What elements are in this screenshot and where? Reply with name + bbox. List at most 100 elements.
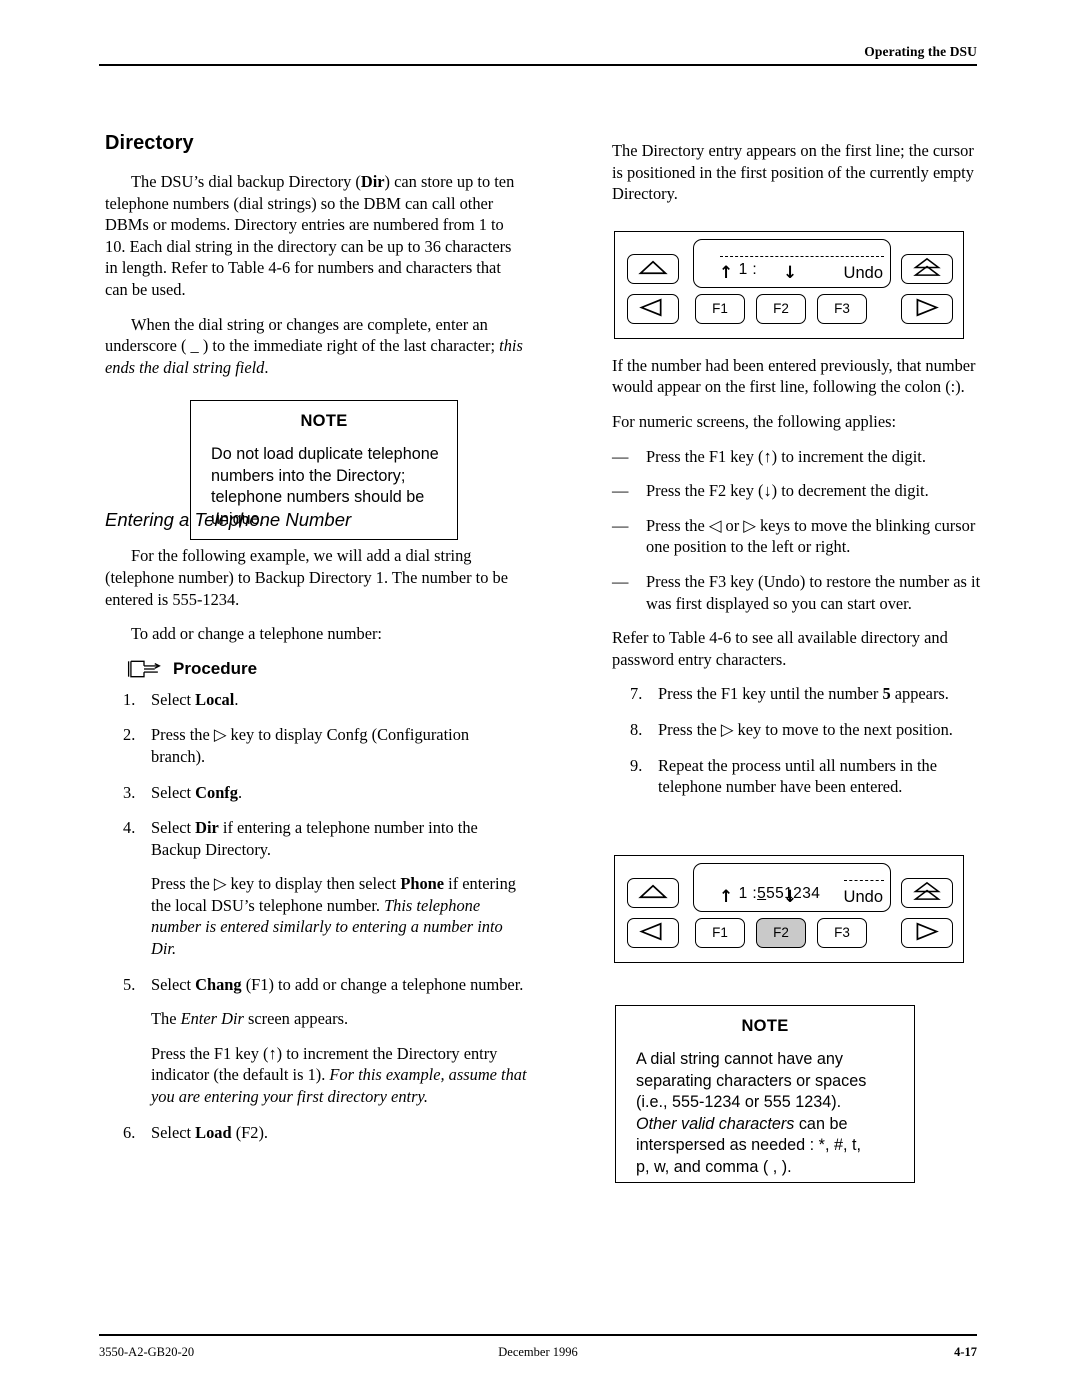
right-arrow-key[interactable] (901, 918, 953, 948)
function-key-f3[interactable]: F3 (817, 918, 867, 948)
right-arrow-icon: ▷ (720, 719, 734, 739)
note-line: p, w, and comma ( , ). (636, 1157, 792, 1176)
paragraph-numeric-screens: For numeric screens, the following appli… (612, 411, 897, 431)
list-item: 8. Press the ▷ key to move to the next p… (612, 719, 984, 741)
list-item: 9. Repeat the process until all numbers … (612, 755, 984, 798)
lcd-line-2: ↑ ↓ Undo (701, 887, 887, 910)
paragraph-to-add-change: To add or change a telephone number: (131, 624, 382, 644)
step-text: Select Dir if entering a telephone numbe… (151, 818, 478, 859)
lcd-down-arrow-icon: ↓ (783, 263, 798, 283)
left-column: Directory The DSU’s dial backup Director… (105, 132, 527, 1157)
step-text: Repeat the process until all numbers in … (658, 755, 938, 797)
note-line: interspersed as needed : *, #, t, (636, 1136, 861, 1154)
up-arrow-key[interactable] (627, 254, 679, 284)
paragraph-example-intro: For the following example, we will add a… (105, 546, 508, 609)
lcd-remaining-dash-line (844, 880, 884, 881)
footer-page-number: 4-17 (954, 1345, 977, 1359)
lcd-up-arrow-icon: ↑ (719, 887, 734, 907)
note-box-dial-string-rules: NOTE A dial string cannot have any separ… (615, 1005, 915, 1183)
document-page: Operating the DSU Directory The DSU’s di… (0, 0, 1080, 1397)
step-number: 9. (630, 755, 643, 775)
em-dash-bullet: — (612, 571, 629, 591)
page-footer: December 1996 3550-A2-GB20-20 4-17 (99, 1345, 977, 1365)
note-line-rest: can be (794, 1114, 848, 1133)
function-key-f2[interactable]: F2 (756, 294, 806, 324)
paragraph-previously-entered: If the number had been entered previousl… (612, 355, 976, 397)
list-item: — Press the F2 key (↓) to decrement the … (612, 480, 984, 502)
left-arrow-key[interactable] (627, 294, 679, 324)
list-item: 1. Select Local. (105, 689, 527, 711)
note-line-italic: Other valid characters (636, 1114, 795, 1133)
note-line: A dial string cannot have any (636, 1050, 843, 1068)
list-item-text: Press the F1 key (↑) to increment the di… (646, 446, 926, 466)
lcd-display: 1 : ↑ ↓ Undo (693, 239, 891, 288)
step-text: Select Chang (F1) to add or change a tel… (151, 974, 524, 994)
step-text: Press the ▷ key to display Confg (Config… (151, 725, 470, 766)
step-subtext: Press the F1 key (↑) to increment the Di… (151, 1043, 527, 1107)
note-line: (i.e., 555-1234 or 555 1234). (636, 1093, 842, 1111)
procedure-heading: Procedure (127, 659, 527, 679)
list-item-text: Press the F3 key (Undo) to restore the n… (646, 571, 981, 613)
step-number: 7. (630, 684, 643, 704)
step-number: 4. (123, 818, 136, 838)
note-body: Do not load duplicate telephone numbers … (211, 445, 439, 528)
footer-rule (99, 1334, 977, 1336)
list-item: 3. Select Confg. (105, 782, 527, 804)
note-body: A dial string cannot have any separating… (636, 1049, 898, 1178)
list-item: — Press the ◁ or ▷ keys to move the blin… (612, 515, 984, 558)
note-line: separating characters or spaces (636, 1071, 867, 1090)
list-item-text: Press the F2 key (↓) to decrement the di… (646, 481, 929, 501)
step-number: 2. (123, 725, 136, 745)
em-dash-bullet: — (612, 481, 629, 501)
lcd-line-2: ↑ ↓ Undo (701, 263, 887, 286)
lcd-down-arrow-icon: ↓ (783, 887, 798, 907)
left-arrow-key[interactable] (627, 918, 679, 948)
list-item: — Press the F1 key (↑) to increment the … (612, 446, 984, 468)
list-item: 7. Press the F1 key until the number 5 a… (612, 683, 984, 705)
paragraph-refer-table: Refer to Table 4-6 to see all available … (612, 628, 948, 669)
function-key-f3[interactable]: F3 (817, 294, 867, 324)
step-number: 3. (123, 782, 136, 802)
procedure-label: Procedure (173, 658, 258, 678)
right-arrow-icon: ▷ (213, 725, 227, 745)
lcd-undo-label: Undo (843, 888, 883, 906)
footer-date: December 1996 (498, 1345, 578, 1359)
step-text: Press the F1 key until the number 5 appe… (658, 684, 949, 704)
lcd-undo-label: Undo (843, 264, 883, 282)
list-item: 2. Press the ▷ key to display Confg (Con… (105, 724, 527, 767)
footer-document-number: 3550-A2-GB20-20 (99, 1345, 195, 1359)
step-subtext: Press the ▷ key to display then select P… (151, 874, 516, 959)
procedure-step-list-continued: 7. Press the F1 key until the number 5 a… (612, 683, 984, 797)
paragraph-underscore: When the dial string or changes are comp… (105, 314, 523, 377)
lcd-line-1: 1 : (701, 243, 887, 278)
right-arrow-key[interactable] (901, 294, 953, 324)
step-text: Press the ▷ key to move to the next posi… (658, 719, 953, 739)
list-item: 4. Select Dir if entering a telephone nu… (105, 817, 527, 960)
step-number: 1. (123, 689, 136, 709)
function-key-f2[interactable]: F2 (756, 918, 806, 948)
lcd-empty-dash-line (720, 256, 884, 257)
running-head: Operating the DSU (864, 44, 977, 59)
function-key-f1[interactable]: F1 (695, 918, 745, 948)
paragraph-directory-entry: The Directory entry appears on the first… (612, 141, 974, 204)
up-arrow-key[interactable] (627, 878, 679, 908)
em-dash-bullet: — (612, 515, 629, 535)
em-dash-bullet: — (612, 446, 629, 466)
pointing-hand-icon (127, 659, 161, 679)
step-text: Select Load (F2). (151, 1122, 269, 1142)
header-rule (99, 64, 977, 66)
list-item: 6. Select Load (F2). (105, 1122, 527, 1144)
list-item: 5. Select Chang (F1) to add or change a … (105, 974, 527, 1108)
escape-arrow-key[interactable] (901, 878, 953, 908)
step-subtext: The Enter Dir screen appears. (151, 1009, 349, 1029)
step-number: 6. (123, 1122, 136, 1142)
escape-arrow-key[interactable] (901, 254, 953, 284)
procedure-step-list: 1. Select Local. 2. Press the ▷ key to d… (105, 689, 527, 1144)
dsu-front-panel-empty-directory: 1 : ↑ ↓ Undo F1 F2 F3 (614, 231, 964, 339)
lcd-up-arrow-icon: ↑ (719, 263, 734, 283)
lcd-display: 1 :5551234 ↑ ↓ Undo (693, 863, 891, 912)
page-title: Directory (105, 132, 194, 154)
dsu-front-panel-number-entered: 1 :5551234 ↑ ↓ Undo F1 F2 F3 (614, 855, 964, 963)
right-arrow-icon: ▷ (213, 874, 227, 894)
function-key-f1[interactable]: F1 (695, 294, 745, 324)
